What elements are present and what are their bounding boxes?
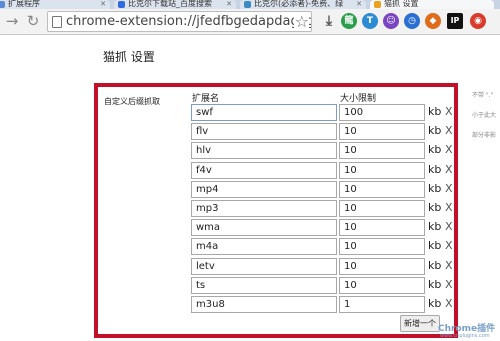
cat-icon[interactable]: ◉ — [470, 13, 486, 29]
close-icon[interactable]: ✕ — [356, 0, 362, 8]
unit-label: kb — [428, 258, 442, 272]
delete-icon[interactable]: X — [445, 143, 453, 156]
star-icon[interactable]: ☆ — [293, 12, 309, 31]
baidu-icon — [118, 1, 125, 8]
extension-input[interactable]: ts — [191, 276, 337, 294]
rule-row: mp4 10 kb X — [191, 180, 461, 200]
delete-icon[interactable]: X — [445, 239, 453, 252]
rule-row: letv 10 kb X — [191, 257, 461, 277]
page-title: 猫抓 设置 — [103, 50, 155, 64]
size-limit-input[interactable]: 1 — [339, 296, 425, 313]
tag-icon[interactable]: ◆ — [425, 13, 441, 29]
rule-row: flv 10 kb X — [191, 123, 461, 142]
rule-row: ts 10 kb X — [191, 276, 461, 296]
unit-label: kb — [428, 277, 442, 291]
size-limit-input[interactable]: 10 — [339, 200, 425, 217]
tab-bikeer[interactable]: 比克尔(必添者)-免费、绿 ✕ — [240, 0, 366, 9]
delete-icon[interactable]: X — [445, 278, 453, 291]
extension-input[interactable]: f4v — [191, 161, 337, 179]
hint-text: 部分非影 — [472, 132, 497, 139]
extension-input[interactable]: mp4 — [191, 180, 337, 198]
extension-input[interactable]: flv — [191, 123, 337, 141]
delete-icon[interactable]: X — [445, 182, 453, 195]
unit-label: kb — [428, 124, 442, 138]
size-limit-input[interactable]: 10 — [339, 276, 425, 294]
tab-label: 扩展程序 — [8, 0, 40, 8]
size-limit-input[interactable]: 10 — [339, 219, 425, 237]
extension-input[interactable]: wma — [191, 219, 337, 237]
dragon-icon[interactable]: 龍 — [341, 13, 357, 29]
size-limit-input[interactable]: 10 — [339, 257, 425, 275]
rule-row: hlv 10 kb X — [191, 142, 461, 161]
delete-icon[interactable]: X — [445, 124, 453, 137]
clock-icon[interactable]: ◷ — [404, 13, 420, 29]
extension-input[interactable]: m3u8 — [191, 296, 337, 313]
delete-icon[interactable]: X — [445, 163, 453, 176]
rule-row: wma 10 kb X — [191, 219, 461, 238]
browser-toolbar: → ↻ chrome-extension://jfedfbgedapdagkgh… — [0, 9, 500, 35]
emoji-icon[interactable]: ☺ — [383, 13, 399, 29]
column-header-extension: 扩展名 — [192, 94, 220, 104]
download-icon[interactable]: ⤓ — [321, 13, 337, 29]
size-limit-input[interactable]: 10 — [339, 142, 425, 160]
watermark-sub: www.cnplugins.com — [440, 333, 490, 339]
delete-icon[interactable]: X — [445, 201, 453, 214]
tab-baidu-search[interactable]: 比克尔下载站_百度搜索 ✕ — [114, 0, 236, 9]
delete-icon[interactable]: X — [445, 220, 453, 233]
extension-input[interactable]: m4a — [191, 238, 337, 256]
rule-row: mp3 10 kb X — [191, 200, 461, 219]
size-limit-input[interactable]: 10 — [339, 123, 425, 141]
unit-label: kb — [428, 162, 442, 176]
puzzle-icon — [0, 1, 5, 8]
add-rule-button[interactable]: 新增一个 — [400, 315, 440, 332]
delete-icon[interactable]: X — [445, 297, 453, 310]
delete-icon[interactable]: X — [445, 105, 453, 118]
reload-icon[interactable]: ↻ — [24, 12, 42, 30]
section-label: 自定义后缀抓取 — [104, 97, 160, 106]
size-limit-input[interactable]: 10 — [339, 180, 425, 198]
unit-label: kb — [428, 239, 442, 253]
unit-label: kb — [428, 297, 442, 310]
cat-icon — [374, 1, 381, 8]
tab-strip: 扩展程序 ✕ 比克尔下载站_百度搜索 ✕ 比克尔(必添者)-免费、绿 ✕ 猫抓 … — [0, 0, 500, 9]
extension-input[interactable]: mp3 — [191, 200, 337, 217]
extension-input[interactable]: letv — [191, 257, 337, 275]
close-icon[interactable]: ✕ — [226, 0, 232, 8]
extension-input[interactable]: hlv — [191, 142, 337, 160]
site-icon — [244, 1, 251, 8]
unit-label: kb — [428, 181, 442, 195]
tab-label: 比克尔下载站_百度搜索 — [128, 0, 212, 8]
unit-label: kb — [428, 220, 442, 234]
hint-text: 小于此大 — [472, 112, 497, 119]
translate-icon[interactable]: T — [362, 13, 378, 29]
forward-icon[interactable]: → — [3, 12, 21, 30]
size-limit-input[interactable]: 100 — [339, 104, 425, 121]
ip-icon[interactable]: IP — [447, 13, 463, 29]
url-text: chrome-extension://jfedfbgedapdagkghmgib… — [66, 14, 311, 29]
delete-icon[interactable]: X — [445, 259, 453, 272]
hint-text: 不带 "." — [472, 92, 494, 99]
tab-label: 比克尔(必添者)-免费、绿 — [254, 0, 344, 8]
size-limit-input[interactable]: 10 — [339, 161, 425, 179]
address-bar[interactable]: chrome-extension://jfedfbgedapdagkghmgib… — [47, 11, 312, 32]
extension-input[interactable]: swf — [191, 104, 337, 121]
tab-extensions[interactable]: 扩展程序 ✕ — [0, 0, 110, 9]
rule-row: swf 100 kb X — [191, 104, 461, 123]
tab-label: 猫抓 设置 — [384, 0, 419, 8]
close-icon[interactable]: ✕ — [100, 0, 106, 8]
unit-label: kb — [428, 143, 442, 157]
unit-label: kb — [428, 201, 442, 214]
rule-row: m4a 10 kb X — [191, 238, 461, 257]
column-header-size-limit: 大小限制 — [340, 94, 377, 104]
unit-label: kb — [428, 105, 442, 118]
rule-row: m3u8 1 kb X — [191, 296, 461, 315]
rule-row: f4v 10 kb X — [191, 161, 461, 181]
page-icon — [52, 16, 62, 28]
tab-settings[interactable]: 猫抓 设置 — [370, 0, 494, 9]
size-limit-input[interactable]: 10 — [339, 238, 425, 256]
